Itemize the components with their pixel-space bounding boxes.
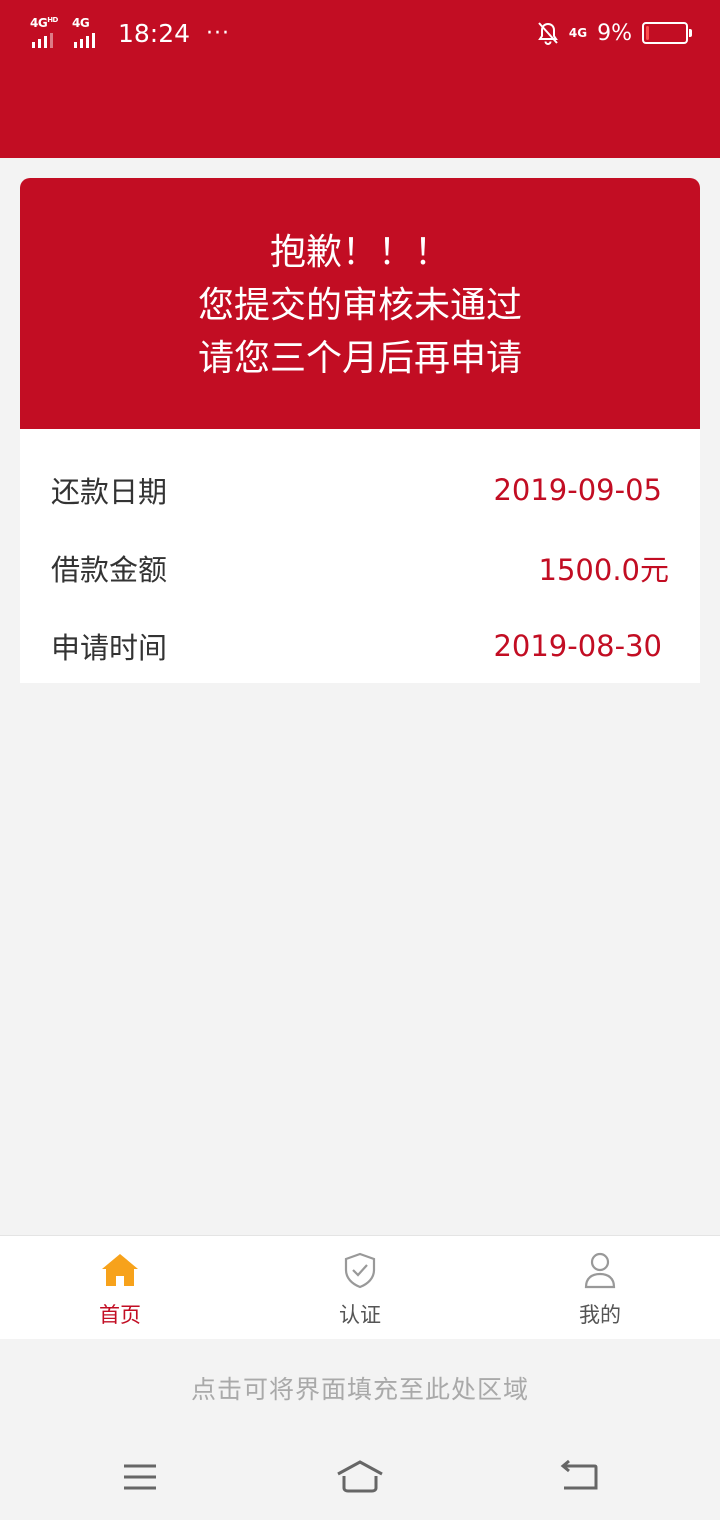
loan-details: 还款日期 2019-09-05 借款金额 1500.0元 申请时间 2019-0… — [20, 429, 700, 683]
notice-line-3: 请您三个月后再申请 — [197, 338, 522, 379]
rejection-notice: 抱歉！！！ 您提交的审核未通过 请您三个月后再申请 — [20, 178, 700, 429]
signal-icon: 4GHD — [30, 16, 62, 48]
network-type: 4G — [568, 26, 588, 40]
status-right: 4G 9% — [537, 16, 692, 50]
system-nav-bar — [0, 1440, 720, 1520]
more-notifications-icon: ··· — [206, 20, 231, 46]
detail-value: 1500.0元 — [538, 553, 669, 587]
tab-label: 我的 — [579, 1303, 621, 1327]
detail-value: 2019-08-30 — [493, 629, 662, 663]
menu-button[interactable] — [110, 1452, 170, 1502]
home-nav-button[interactable] — [330, 1452, 390, 1502]
tab-home[interactable]: 首页 — [0, 1236, 240, 1339]
result-card: 抱歉！！！ 您提交的审核未通过 请您三个月后再申请 还款日期 2019-09-0… — [20, 178, 700, 683]
detail-label: 还款日期 — [51, 475, 168, 509]
detail-row-loan-amount: 借款金额 1500.0元 — [20, 529, 700, 607]
tab-mine[interactable]: 我的 — [480, 1236, 720, 1339]
back-icon — [560, 1459, 598, 1490]
home-nav-icon — [337, 1460, 383, 1493]
status-bar: 4GHD 4G 18:24 ··· 4G 9% — [0, 0, 720, 158]
clock: 18:24 — [118, 18, 191, 48]
bell-off-icon — [538, 22, 558, 45]
detail-value: 2019-09-05 — [493, 473, 662, 507]
user-icon — [584, 1252, 616, 1289]
detail-label: 申请时间 — [51, 631, 168, 665]
home-icon — [102, 1254, 138, 1286]
notice-line-1: 抱歉！！！ — [269, 232, 450, 273]
tab-label: 认证 — [339, 1303, 381, 1327]
signal-icon: 4G — [72, 16, 104, 48]
detail-row-apply-time: 申请时间 2019-08-30 — [20, 607, 700, 683]
back-button[interactable] — [550, 1452, 610, 1502]
battery-fill — [646, 26, 649, 40]
menu-icon — [124, 1464, 156, 1490]
notice-line-2: 您提交的审核未通过 — [197, 285, 522, 326]
tab-label: 首页 — [99, 1303, 141, 1327]
fill-hint-text: 点击可将界面填充至此处区域 — [190, 1375, 529, 1404]
detail-row-repayment-date: 还款日期 2019-09-05 — [20, 451, 700, 529]
battery-icon — [642, 22, 692, 44]
status-left: 4GHD 4G 18:24 ··· — [30, 16, 230, 50]
bottom-tab-bar: 首页 认证 我的 — [0, 1235, 720, 1339]
tab-verify[interactable]: 认证 — [240, 1236, 480, 1339]
battery-percent: 9% — [597, 20, 632, 46]
fill-screen-area[interactable]: 点击可将界面填充至此处区域 — [0, 1338, 720, 1438]
detail-label: 借款金额 — [51, 553, 168, 587]
shield-check-icon — [344, 1252, 376, 1289]
